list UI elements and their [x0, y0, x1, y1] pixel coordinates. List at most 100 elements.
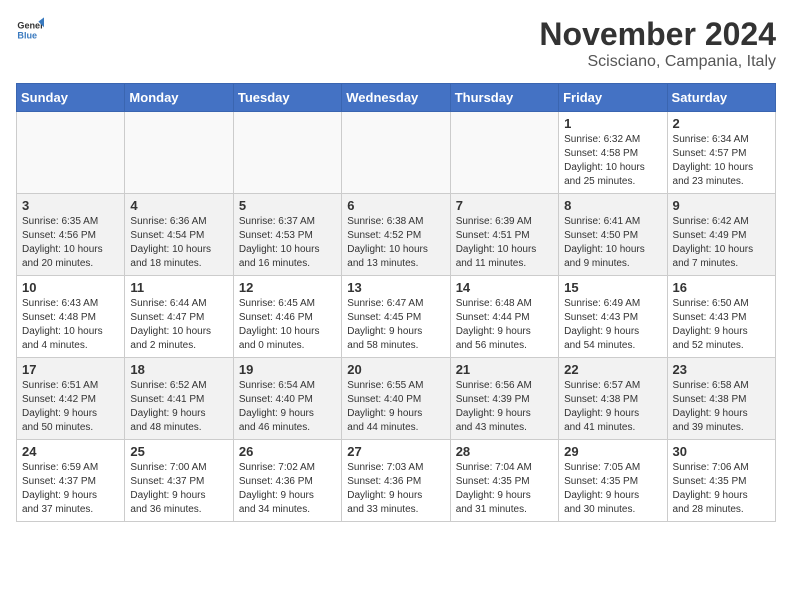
day-number: 22: [564, 362, 661, 377]
day-info: Sunrise: 6:48 AM Sunset: 4:44 PM Dayligh…: [456, 297, 553, 353]
day-info: Sunrise: 6:58 AM Sunset: 4:38 PM Dayligh…: [673, 379, 770, 435]
day-number: 10: [22, 280, 119, 295]
day-info: Sunrise: 6:54 AM Sunset: 4:40 PM Dayligh…: [239, 379, 336, 435]
day-cell: [450, 112, 558, 194]
day-cell: 8Sunrise: 6:41 AM Sunset: 4:50 PM Daylig…: [559, 194, 667, 276]
header-cell-thursday: Thursday: [450, 84, 558, 112]
day-info: Sunrise: 7:06 AM Sunset: 4:35 PM Dayligh…: [673, 461, 770, 517]
day-number: 9: [673, 198, 770, 213]
day-cell: 20 Sunrise: 6:55 AM Sunset: 4:40 PM Dayli…: [342, 358, 450, 440]
day-number: 28: [456, 444, 553, 459]
day-info: Sunrise: 6:49 AM Sunset: 4:43 PM Dayligh…: [564, 297, 661, 353]
day-info: Sunrise: 6:56 AM Sunset: 4:39 PM Dayligh…: [456, 379, 553, 435]
week-row-3: 10 Sunrise: 6:43 AM Sunset: 4:48 PM Dayli…: [17, 276, 776, 358]
day-number: 13: [347, 280, 444, 295]
day-number: 23: [673, 362, 770, 377]
logo: General Blue: [16, 16, 44, 44]
day-number: 3: [22, 198, 119, 213]
day-number: 25: [130, 444, 227, 459]
day-info: Sunrise: 6:50 AM Sunset: 4:43 PM Dayligh…: [673, 297, 770, 353]
day-cell: 23 Sunrise: 6:58 AM Sunset: 4:38 PM Dayli…: [667, 358, 775, 440]
day-cell: 18Sunrise: 6:52 AM Sunset: 4:41 PM Dayli…: [125, 358, 233, 440]
day-cell: 19 Sunrise: 6:54 AM Sunset: 4:40 PM Dayli…: [233, 358, 341, 440]
day-info: Sunrise: 7:03 AM Sunset: 4:36 PM Dayligh…: [347, 461, 444, 517]
title-area: November 2024 Scisciano, Campania, Italy: [539, 16, 776, 71]
day-cell: [125, 112, 233, 194]
day-info: Sunrise: 6:36 AM Sunset: 4:54 PM Dayligh…: [130, 215, 227, 271]
day-info: Sunrise: 6:32 AM Sunset: 4:58 PM Dayligh…: [564, 133, 661, 189]
day-info: Sunrise: 6:39 AM Sunset: 4:51 PM Dayligh…: [456, 215, 553, 271]
day-number: 26: [239, 444, 336, 459]
day-number: 24: [22, 444, 119, 459]
day-number: 6: [347, 198, 444, 213]
day-number: 21: [456, 362, 553, 377]
day-cell: 10 Sunrise: 6:43 AM Sunset: 4:48 PM Dayli…: [17, 276, 125, 358]
week-row-5: 24 Sunrise: 6:59 AM Sunset: 4:37 PM Dayli…: [17, 440, 776, 522]
day-info: Sunrise: 6:51 AM Sunset: 4:42 PM Dayligh…: [22, 379, 119, 435]
header-cell-tuesday: Tuesday: [233, 84, 341, 112]
day-info: Sunrise: 6:57 AM Sunset: 4:38 PM Dayligh…: [564, 379, 661, 435]
day-info: Sunrise: 6:43 AM Sunset: 4:48 PM Dayligh…: [22, 297, 119, 353]
header-cell-sunday: Sunday: [17, 84, 125, 112]
day-info: Sunrise: 7:05 AM Sunset: 4:35 PM Dayligh…: [564, 461, 661, 517]
day-info: Sunrise: 6:35 AM Sunset: 4:56 PM Dayligh…: [22, 215, 119, 271]
day-info: Sunrise: 6:34 AM Sunset: 4:57 PM Dayligh…: [673, 133, 770, 189]
day-cell: [233, 112, 341, 194]
week-row-1: 1 Sunrise: 6:32 AM Sunset: 4:58 PM Daylig…: [17, 112, 776, 194]
day-number: 12: [239, 280, 336, 295]
day-info: Sunrise: 6:37 AM Sunset: 4:53 PM Dayligh…: [239, 215, 336, 271]
calendar-table: SundayMondayTuesdayWednesdayThursdayFrid…: [16, 83, 776, 522]
day-number: 1: [564, 116, 661, 131]
day-cell: 7 Sunrise: 6:39 AM Sunset: 4:51 PM Daylig…: [450, 194, 558, 276]
day-cell: 22 Sunrise: 6:57 AM Sunset: 4:38 PM Dayli…: [559, 358, 667, 440]
day-cell: 28Sunrise: 7:04 AM Sunset: 4:35 PM Dayli…: [450, 440, 558, 522]
day-number: 17: [22, 362, 119, 377]
day-number: 30: [673, 444, 770, 459]
day-cell: 25 Sunrise: 7:00 AM Sunset: 4:37 PM Dayli…: [125, 440, 233, 522]
day-cell: 16 Sunrise: 6:50 AM Sunset: 4:43 PM Dayli…: [667, 276, 775, 358]
day-cell: 24 Sunrise: 6:59 AM Sunset: 4:37 PM Dayli…: [17, 440, 125, 522]
svg-text:Blue: Blue: [17, 30, 37, 40]
day-info: Sunrise: 6:42 AM Sunset: 4:49 PM Dayligh…: [673, 215, 770, 271]
day-number: 14: [456, 280, 553, 295]
day-cell: 12 Sunrise: 6:45 AM Sunset: 4:46 PM Dayli…: [233, 276, 341, 358]
calendar-header-row: SundayMondayTuesdayWednesdayThursdayFrid…: [17, 84, 776, 112]
day-cell: 30 Sunrise: 7:06 AM Sunset: 4:35 PM Dayli…: [667, 440, 775, 522]
day-number: 5: [239, 198, 336, 213]
day-info: Sunrise: 7:00 AM Sunset: 4:37 PM Dayligh…: [130, 461, 227, 517]
logo-icon: General Blue: [16, 16, 44, 44]
calendar-title: November 2024: [539, 16, 776, 53]
day-info: Sunrise: 6:38 AM Sunset: 4:52 PM Dayligh…: [347, 215, 444, 271]
header: General Blue November 2024 Scisciano, Ca…: [16, 16, 776, 71]
day-number: 27: [347, 444, 444, 459]
day-info: Sunrise: 6:59 AM Sunset: 4:37 PM Dayligh…: [22, 461, 119, 517]
day-cell: 5 Sunrise: 6:37 AM Sunset: 4:53 PM Daylig…: [233, 194, 341, 276]
day-info: Sunrise: 6:47 AM Sunset: 4:45 PM Dayligh…: [347, 297, 444, 353]
day-cell: 17 Sunrise: 6:51 AM Sunset: 4:42 PM Dayli…: [17, 358, 125, 440]
day-cell: 21 Sunrise: 6:56 AM Sunset: 4:39 PM Dayli…: [450, 358, 558, 440]
day-cell: 14 Sunrise: 6:48 AM Sunset: 4:44 PM Dayli…: [450, 276, 558, 358]
day-number: 29: [564, 444, 661, 459]
header-cell-saturday: Saturday: [667, 84, 775, 112]
day-cell: 2 Sunrise: 6:34 AM Sunset: 4:57 PM Daylig…: [667, 112, 775, 194]
header-cell-monday: Monday: [125, 84, 233, 112]
day-number: 20: [347, 362, 444, 377]
day-cell: 29 Sunrise: 7:05 AM Sunset: 4:35 PM Dayli…: [559, 440, 667, 522]
day-number: 15: [564, 280, 661, 295]
day-number: 19: [239, 362, 336, 377]
day-cell: 15 Sunrise: 6:49 AM Sunset: 4:43 PM Dayli…: [559, 276, 667, 358]
day-info: Sunrise: 6:45 AM Sunset: 4:46 PM Dayligh…: [239, 297, 336, 353]
day-number: 7: [456, 198, 553, 213]
day-number: 2: [673, 116, 770, 131]
day-info: Sunrise: 6:44 AM Sunset: 4:47 PM Dayligh…: [130, 297, 227, 353]
day-cell: 11Sunrise: 6:44 AM Sunset: 4:47 PM Dayli…: [125, 276, 233, 358]
day-cell: 4Sunrise: 6:36 AM Sunset: 4:54 PM Daylig…: [125, 194, 233, 276]
day-number: 16: [673, 280, 770, 295]
day-cell: 26Sunrise: 7:02 AM Sunset: 4:36 PM Dayli…: [233, 440, 341, 522]
calendar-subtitle: Scisciano, Campania, Italy: [539, 53, 776, 71]
day-cell: 9 Sunrise: 6:42 AM Sunset: 4:49 PM Daylig…: [667, 194, 775, 276]
day-cell: 13 Sunrise: 6:47 AM Sunset: 4:45 PM Dayli…: [342, 276, 450, 358]
week-row-2: 3 Sunrise: 6:35 AM Sunset: 4:56 PM Daylig…: [17, 194, 776, 276]
day-info: Sunrise: 6:55 AM Sunset: 4:40 PM Dayligh…: [347, 379, 444, 435]
week-row-4: 17 Sunrise: 6:51 AM Sunset: 4:42 PM Dayli…: [17, 358, 776, 440]
